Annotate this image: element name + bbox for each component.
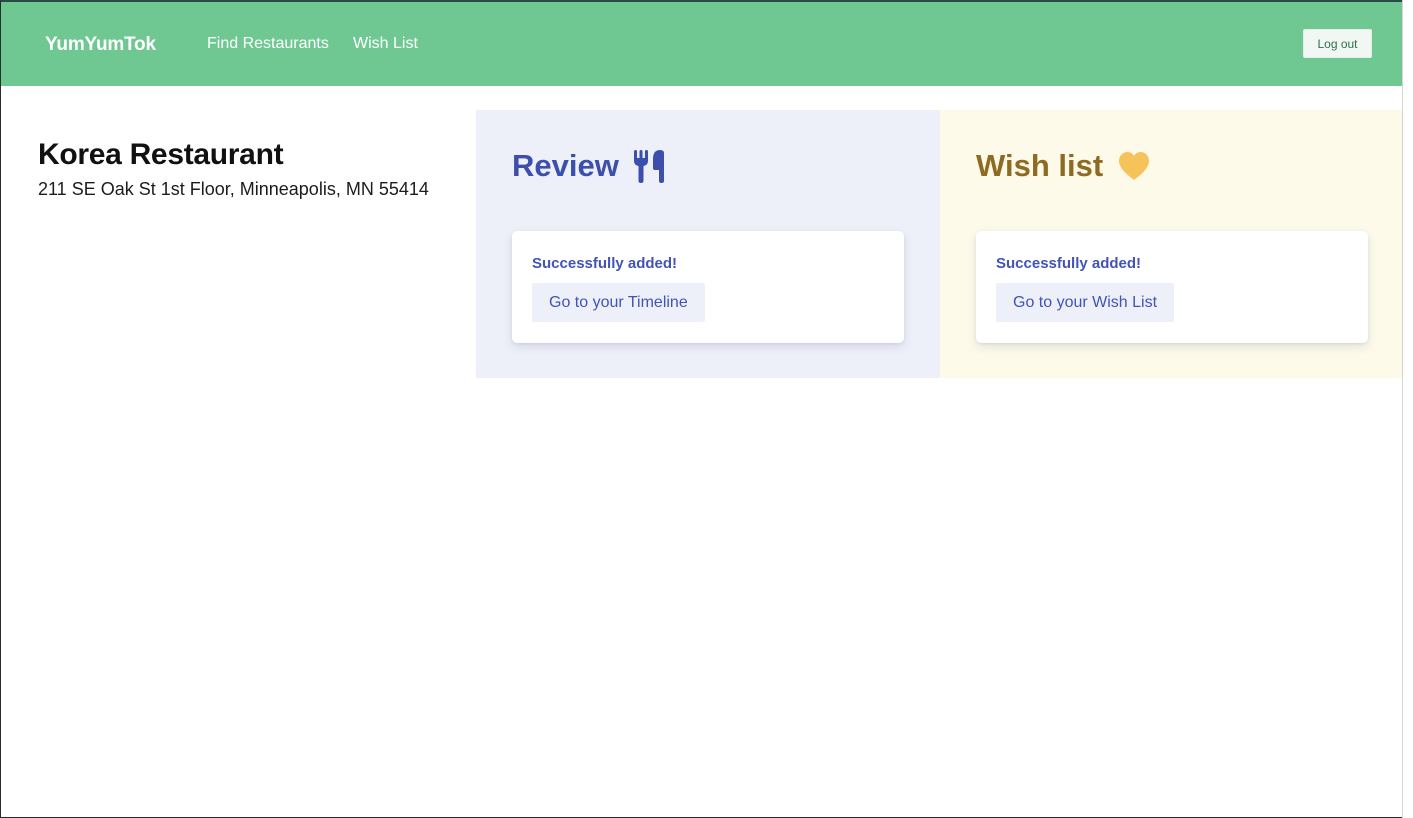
review-title: Review xyxy=(512,148,665,184)
go-to-wish-list-button[interactable]: Go to your Wish List xyxy=(996,283,1175,322)
top-navbar: YumYumTok Find Restaurants Wish List Log… xyxy=(1,2,1402,86)
browser-window: YumYumTok Find Restaurants Wish List Log… xyxy=(0,0,1402,818)
review-panel: Review Successfully added! Go to your Ti… xyxy=(476,110,940,378)
wish-list-title: Wish list xyxy=(976,148,1151,184)
review-title-text: Review xyxy=(512,148,619,183)
wish-list-success-message: Successfully added! xyxy=(996,255,1142,272)
nav-wish-list[interactable]: Wish List xyxy=(353,35,418,53)
restaurant-address: 211 SE Oak St 1st Floor, Minneapolis, MN… xyxy=(38,179,429,199)
nav-find-restaurants[interactable]: Find Restaurants xyxy=(207,35,329,53)
go-to-timeline-button[interactable]: Go to your Timeline xyxy=(532,283,705,322)
restaurant-name: Korea Restaurant xyxy=(38,138,284,171)
utensils-icon xyxy=(633,149,665,183)
window-edge xyxy=(1402,0,1413,818)
brand-logo[interactable]: YumYumTok xyxy=(45,34,156,56)
wish-list-panel: Wish list Successfully added! Go to your… xyxy=(940,110,1402,378)
review-success-message: Successfully added! xyxy=(532,255,678,272)
review-success-card: Successfully added! Go to your Timeline xyxy=(512,231,904,343)
wish-list-title-text: Wish list xyxy=(976,148,1104,183)
logout-button[interactable]: Log out xyxy=(1303,29,1372,58)
heart-icon xyxy=(1117,151,1151,181)
wish-list-success-card: Successfully added! Go to your Wish List xyxy=(976,231,1368,343)
